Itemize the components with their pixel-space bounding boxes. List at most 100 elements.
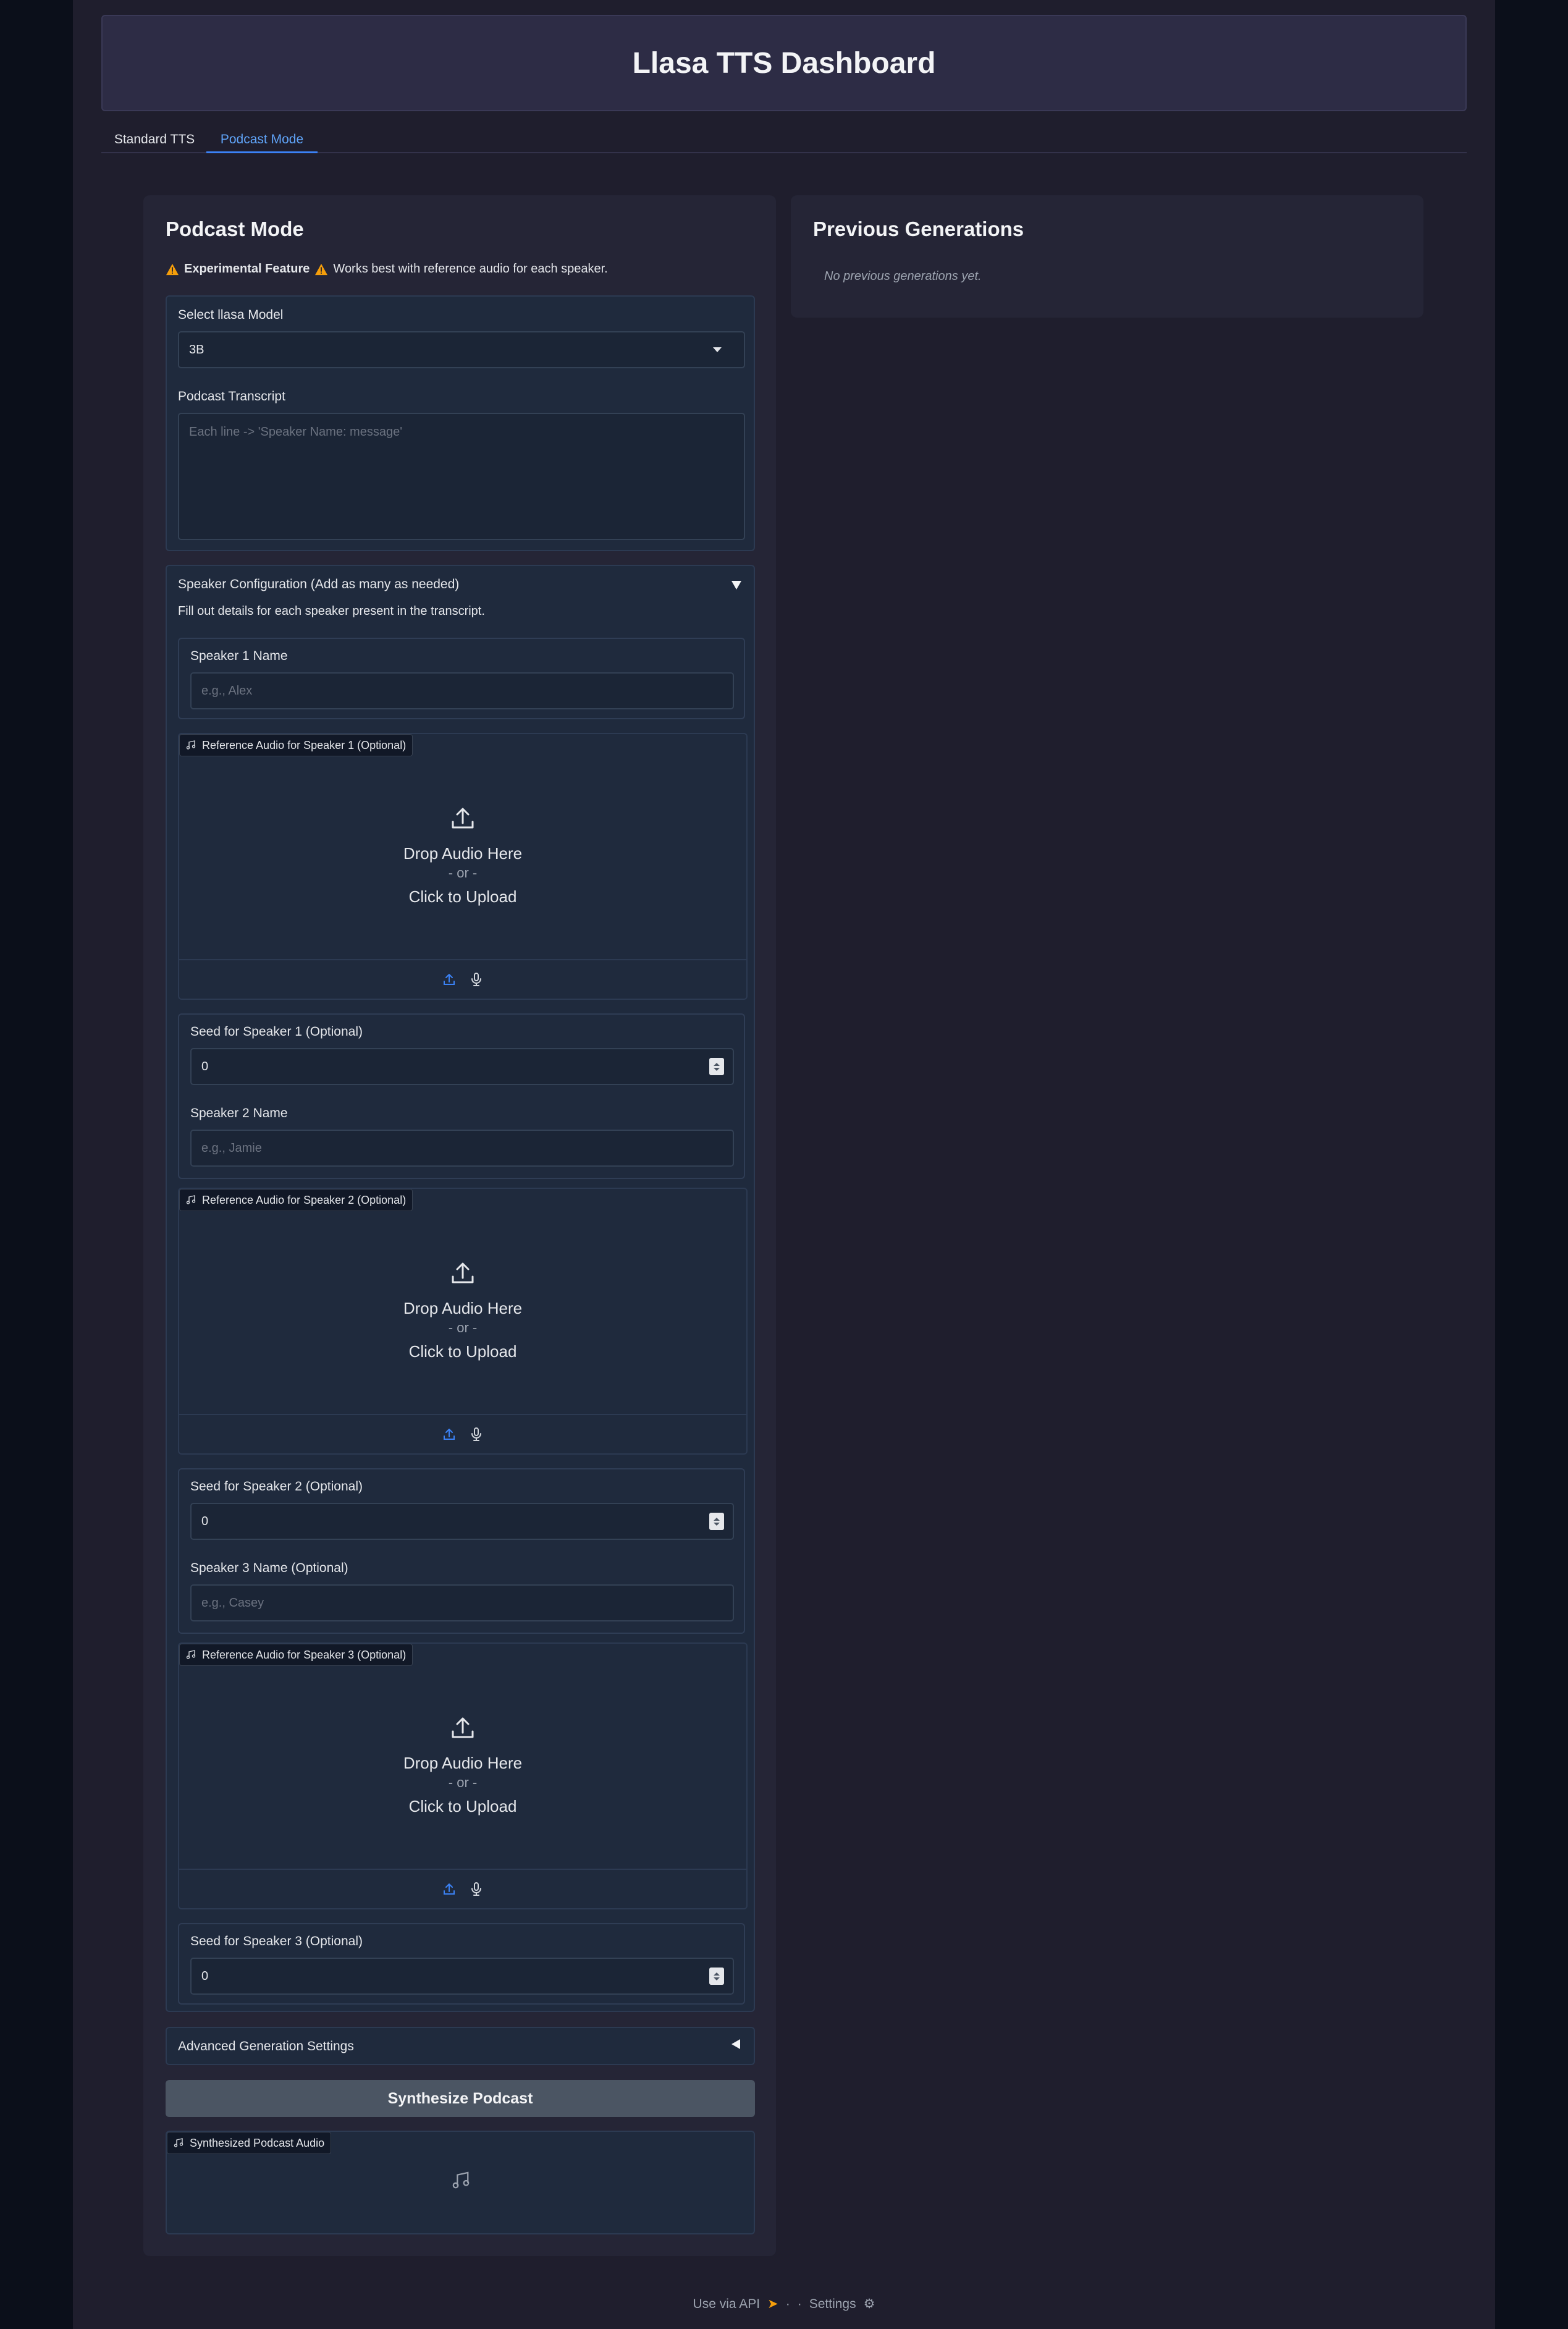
number-spinner-icon[interactable] xyxy=(709,1968,724,1985)
speaker-config-description: Fill out details for each speaker presen… xyxy=(178,604,485,618)
speaker-3-seed-label: Seed for Speaker 3 (Optional) xyxy=(190,1934,363,1948)
speaker-3-drop-zone[interactable]: Drop Audio Here - or - Click to Upload xyxy=(179,1665,746,1867)
number-spinner-icon[interactable] xyxy=(709,1513,724,1530)
speaker-1-name-placeholder: e.g., Alex xyxy=(201,683,253,698)
speaker-2-name-placeholder: e.g., Jamie xyxy=(201,1141,262,1155)
speaker-2-name-label: Speaker 2 Name xyxy=(190,1106,288,1120)
tab-standard-tts[interactable]: Standard TTS xyxy=(110,126,199,153)
drop-or-text: - or - xyxy=(448,1775,478,1790)
drop-audio-text: Drop Audio Here xyxy=(403,844,523,863)
synthesize-podcast-button[interactable]: Synthesize Podcast xyxy=(166,2080,755,2117)
model-select[interactable]: 3B xyxy=(178,331,745,368)
speaker-2-seed-input[interactable]: 0 xyxy=(190,1503,734,1540)
speaker-2-seed-value: 0 xyxy=(201,1514,209,1528)
speaker-2-drop-zone[interactable]: Drop Audio Here - or - Click to Upload xyxy=(179,1210,746,1413)
speaker-3-audio-label: Reference Audio for Speaker 3 (Optional) xyxy=(179,1644,413,1666)
previous-generations-title: Previous Generations xyxy=(813,218,1024,240)
speaker-3-seed-group: Seed for Speaker 3 (Optional) 0 xyxy=(178,1923,745,2005)
synthesized-audio-output: Synthesized Podcast Audio xyxy=(166,2131,755,2234)
speaker-config-title[interactable]: Speaker Configuration (Add as many as ne… xyxy=(178,577,459,592)
model-transcript-block: Select llasa Model 3B Podcast Transcript… xyxy=(166,295,755,551)
upload-source-icon[interactable] xyxy=(442,972,457,987)
speaker-1-audio-upload: Reference Audio for Speaker 1 (Optional)… xyxy=(178,733,748,1000)
speaker-1-seed-label: Seed for Speaker 1 (Optional) xyxy=(190,1025,363,1039)
settings-link[interactable]: Settings xyxy=(809,2297,856,2312)
expand-triangle-icon[interactable] xyxy=(731,2039,740,2049)
speaker-2-seed-label: Seed for Speaker 2 (Optional) xyxy=(190,1479,363,1494)
upload-icon xyxy=(452,1262,474,1283)
microphone-icon[interactable] xyxy=(469,1427,484,1442)
warning-bold-text: Experimental Feature xyxy=(184,262,310,276)
collapse-triangle-icon[interactable] xyxy=(731,581,741,590)
click-to-upload-text: Click to Upload xyxy=(408,887,517,906)
previous-generations-empty: No previous generations yet. xyxy=(824,269,982,283)
speaker-2-name-input[interactable]: e.g., Jamie xyxy=(190,1130,734,1167)
speaker-1-name-group: Speaker 1 Name e.g., Alex xyxy=(178,638,745,719)
model-value: 3B xyxy=(189,342,204,357)
output-audio-label: Synthesized Podcast Audio xyxy=(167,2132,332,2154)
transcript-textarea[interactable]: Each line -> 'Speaker Name: message' xyxy=(178,413,745,540)
drop-or-text: - or - xyxy=(448,865,478,881)
speaker-3-name-label: Speaker 3 Name (Optional) xyxy=(190,1561,348,1575)
previous-generations-panel: Previous Generations No previous generat… xyxy=(791,195,1423,318)
speaker-3-name-placeholder: e.g., Casey xyxy=(201,1596,264,1610)
speaker-1-name-input[interactable]: e.g., Alex xyxy=(190,672,734,709)
speaker-1-seed-input[interactable]: 0 xyxy=(190,1048,734,1085)
speaker-2-audio-upload: Reference Audio for Speaker 2 (Optional)… xyxy=(178,1188,748,1455)
upload-source-icon[interactable] xyxy=(442,1882,457,1896)
speaker-1-audio-source-bar xyxy=(179,959,746,999)
transcript-label: Podcast Transcript xyxy=(178,389,285,404)
speaker-3-seed-input[interactable]: 0 xyxy=(190,1958,734,1995)
speaker-2-audio-label-text: Reference Audio for Speaker 2 (Optional) xyxy=(202,1193,407,1206)
upload-icon xyxy=(452,808,474,829)
click-to-upload-text: Click to Upload xyxy=(408,1797,517,1815)
footer: Use via API ➤ · · Settings ⚙ xyxy=(73,2296,1495,2312)
music-note-icon xyxy=(186,740,196,750)
upload-source-icon[interactable] xyxy=(442,1427,457,1442)
tab-bar: Standard TTS Podcast Mode xyxy=(101,126,1467,153)
number-spinner-icon[interactable] xyxy=(709,1058,724,1075)
footer-separator-2: · xyxy=(797,2296,802,2311)
click-to-upload-text: Click to Upload xyxy=(408,1342,517,1361)
gear-icon[interactable]: ⚙ xyxy=(864,2296,875,2312)
speaker-1-seed-value: 0 xyxy=(201,1059,209,1073)
speaker-1-seed-group: Seed for Speaker 1 (Optional) 0 Speaker … xyxy=(178,1013,745,1179)
speaker-2-seed-group: Seed for Speaker 2 (Optional) 0 Speaker … xyxy=(178,1468,745,1634)
speaker-3-audio-label-text: Reference Audio for Speaker 3 (Optional) xyxy=(202,1648,407,1661)
speaker-config-accordion: Speaker Configuration (Add as many as ne… xyxy=(166,565,755,2012)
speaker-1-audio-label-text: Reference Audio for Speaker 1 (Optional) xyxy=(202,738,407,751)
footer-separator: · xyxy=(785,2296,790,2311)
speaker-3-audio-upload: Reference Audio for Speaker 3 (Optional)… xyxy=(178,1642,748,1909)
drop-audio-text: Drop Audio Here xyxy=(403,1754,523,1772)
app-container: Llasa TTS Dashboard Standard TTS Podcast… xyxy=(73,0,1495,2329)
advanced-settings-accordion[interactable]: Advanced Generation Settings xyxy=(166,2027,755,2065)
speaker-2-audio-source-bar xyxy=(179,1414,746,1453)
music-note-icon xyxy=(186,1650,196,1659)
microphone-icon[interactable] xyxy=(469,972,484,987)
drop-or-text: - or - xyxy=(448,1320,478,1335)
header-banner: Llasa TTS Dashboard xyxy=(101,15,1467,111)
page-title: Llasa TTS Dashboard xyxy=(632,46,936,80)
podcast-title: Podcast Mode xyxy=(166,218,304,240)
experimental-warning: Experimental Feature Works best with ref… xyxy=(166,262,608,276)
speaker-1-audio-label: Reference Audio for Speaker 1 (Optional) xyxy=(179,734,413,756)
speaker-3-audio-source-bar xyxy=(179,1869,746,1908)
microphone-icon[interactable] xyxy=(469,1882,484,1896)
upload-icon xyxy=(452,1717,474,1738)
tab-podcast-mode[interactable]: Podcast Mode xyxy=(206,126,318,153)
speaker-3-name-input[interactable]: e.g., Casey xyxy=(190,1584,734,1621)
chevron-down-icon xyxy=(713,347,722,352)
speaker-1-name-label: Speaker 1 Name xyxy=(190,649,288,663)
speaker-1-drop-zone[interactable]: Drop Audio Here - or - Click to Upload xyxy=(179,755,746,958)
use-via-api-link[interactable]: Use via API xyxy=(693,2297,761,2312)
podcast-panel: Podcast Mode Experimental Feature Works … xyxy=(143,195,776,2256)
music-placeholder-icon xyxy=(452,2171,470,2189)
warning-icon xyxy=(315,263,328,275)
speaker-2-audio-label: Reference Audio for Speaker 2 (Optional) xyxy=(179,1189,413,1211)
advanced-settings-title[interactable]: Advanced Generation Settings xyxy=(178,2039,354,2054)
warning-text: Works best with reference audio for each… xyxy=(333,262,608,276)
output-audio-label-text: Synthesized Podcast Audio xyxy=(190,2136,325,2149)
speaker-3-seed-value: 0 xyxy=(201,1969,209,1983)
drop-audio-text: Drop Audio Here xyxy=(403,1299,523,1317)
transcript-placeholder: Each line -> 'Speaker Name: message' xyxy=(189,425,403,439)
